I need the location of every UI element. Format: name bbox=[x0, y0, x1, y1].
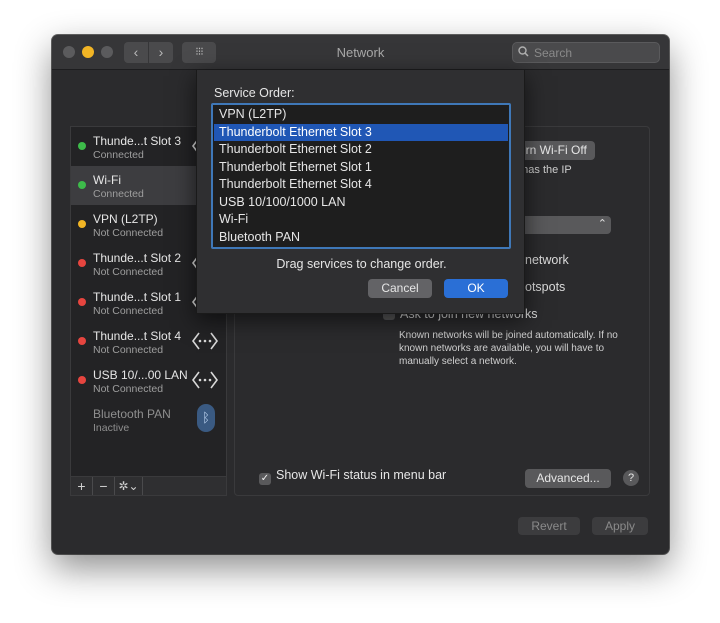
service-name: Thunde...t Slot 3 bbox=[93, 134, 182, 148]
search-field[interactable]: Search bbox=[512, 42, 660, 63]
service-status: Inactive bbox=[93, 422, 130, 434]
apply-button[interactable]: Apply bbox=[592, 517, 648, 535]
service-name: USB 10/...00 LAN bbox=[93, 368, 188, 382]
service-order-item[interactable]: Thunderbolt Ethernet Slot 3 bbox=[214, 123, 508, 141]
status-dot bbox=[78, 337, 86, 345]
cancel-button[interactable]: Cancel bbox=[368, 279, 432, 298]
gear-menu-button[interactable]: ✲⌄ bbox=[115, 477, 143, 495]
service-order-sheet: Service Order: VPN (L2TP) Thunderbolt Eth… bbox=[196, 70, 525, 314]
service-name: Thunde...t Slot 1 bbox=[93, 290, 182, 304]
service-item[interactable]: Bluetooth PAN Inactive ᛒ bbox=[71, 400, 226, 439]
status-dot bbox=[78, 298, 86, 306]
service-order-item[interactable]: Thunderbolt Ethernet Slot 4 bbox=[214, 176, 508, 193]
add-service-button[interactable]: + bbox=[71, 477, 93, 495]
service-list-toolbar: + − ✲⌄ bbox=[70, 476, 227, 496]
service-order-list[interactable]: VPN (L2TP) Thunderbolt Ethernet Slot 3 Thu… bbox=[211, 103, 511, 249]
drag-hint: Drag services to change order. bbox=[276, 257, 447, 271]
service-order-item[interactable]: Wi-Fi bbox=[214, 211, 508, 228]
service-name: Thunde...t Slot 4 bbox=[93, 329, 182, 343]
status-dot bbox=[78, 376, 86, 384]
service-name: Bluetooth PAN bbox=[93, 407, 171, 421]
show-status-label: Show Wi-Fi status in menu bar bbox=[276, 468, 447, 482]
service-order-item[interactable]: Bluetooth PAN bbox=[214, 229, 508, 246]
service-status: Connected bbox=[93, 188, 144, 200]
arrows-icon bbox=[191, 368, 219, 392]
service-item[interactable]: USB 10/...00 LAN Not Connected bbox=[71, 361, 226, 400]
service-name: VPN (L2TP) bbox=[93, 212, 158, 226]
help-button[interactable]: ? bbox=[623, 470, 639, 486]
service-order-item[interactable]: USB 10/100/1000 LAN bbox=[214, 194, 508, 211]
ask-to-join-network-label: network bbox=[525, 253, 569, 267]
service-item[interactable]: Thunde...t Slot 4 Not Connected bbox=[71, 322, 226, 361]
service-order-item[interactable]: Thunderbolt Ethernet Slot 1 bbox=[214, 159, 508, 176]
service-status: Not Connected bbox=[93, 305, 164, 317]
revert-button[interactable]: Revert bbox=[518, 517, 580, 535]
service-order-item[interactable]: Thunderbolt Ethernet Slot 2 bbox=[214, 141, 508, 158]
status-dot bbox=[78, 259, 86, 267]
advanced-button[interactable]: Advanced... bbox=[525, 469, 611, 488]
status-dot bbox=[78, 220, 86, 228]
chevron-updown-icon: ⌃ bbox=[597, 218, 607, 230]
status-dot bbox=[78, 142, 86, 150]
arrows-icon bbox=[191, 329, 219, 353]
known-networks-description: Known networks will be joined automatica… bbox=[399, 330, 618, 367]
bluetooth-icon: ᛒ bbox=[197, 404, 215, 432]
service-status: Connected bbox=[93, 149, 144, 161]
service-status: Not Connected bbox=[93, 227, 164, 239]
service-status: Not Connected bbox=[93, 383, 164, 395]
service-name: Thunde...t Slot 2 bbox=[93, 251, 182, 265]
status-dot bbox=[78, 181, 86, 189]
search-icon bbox=[518, 46, 529, 60]
ok-button[interactable]: OK bbox=[444, 279, 508, 298]
service-status: Not Connected bbox=[93, 266, 164, 278]
service-status: Not Connected bbox=[93, 344, 164, 356]
ask-to-join-hotspots-label: otspots bbox=[525, 280, 566, 294]
service-order-item[interactable]: VPN (L2TP) bbox=[214, 106, 508, 123]
sheet-title: Service Order: bbox=[214, 86, 295, 100]
remove-service-button[interactable]: − bbox=[93, 477, 115, 495]
show-status-row[interactable]: ✓ Show Wi-Fi status in menu bar bbox=[259, 468, 446, 485]
service-name: Wi-Fi bbox=[93, 173, 121, 187]
show-status-checkbox[interactable]: ✓ bbox=[259, 473, 271, 485]
search-placeholder: Search bbox=[534, 46, 573, 60]
title-bar: ‹ › ⁝⁝⁝ Network Search bbox=[52, 35, 669, 70]
gear-icon: ✲⌄ bbox=[118, 479, 139, 493]
